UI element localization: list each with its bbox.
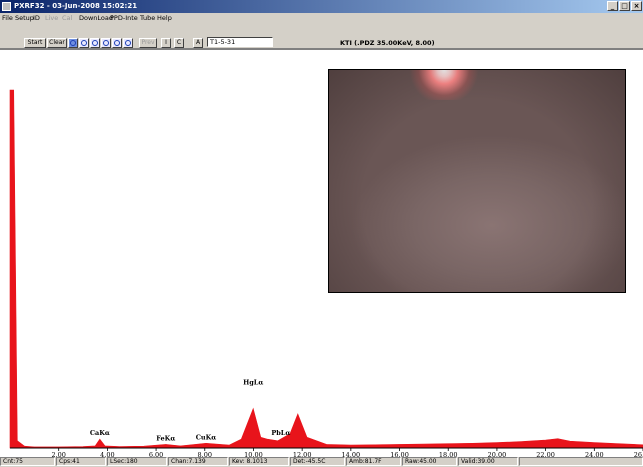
status-cps: Cps:41 xyxy=(56,457,106,466)
app-icon[interactable] xyxy=(2,2,11,11)
peak-label: FeKα xyxy=(156,434,175,442)
zoom-fit-icon[interactable] xyxy=(68,38,78,48)
status-empty xyxy=(519,457,643,466)
clear-button[interactable]: Clear xyxy=(47,38,67,48)
prev-button[interactable]: Prev xyxy=(139,38,157,48)
menu-live[interactable]: Live xyxy=(45,13,58,24)
camera-view xyxy=(328,69,626,293)
minimize-button[interactable]: _ xyxy=(607,1,618,11)
c-button[interactable]: C xyxy=(174,38,184,48)
menu-download[interactable]: DownLoad xyxy=(79,13,113,24)
target-icon[interactable] xyxy=(112,38,122,48)
peak-label: CuKα xyxy=(196,433,217,441)
camera-vignette xyxy=(329,70,625,292)
close-button[interactable]: × xyxy=(631,1,642,11)
menu-ppd-inte[interactable]: PPD-Inte xyxy=(110,13,138,24)
status-raw: Raw:45.00 xyxy=(402,457,457,466)
title-bar: PXRF32 - 03-Jun-2008 15:02:21 _ □ × xyxy=(0,0,643,13)
menu-cal[interactable]: Cal xyxy=(62,13,72,24)
zoom-out-icon[interactable] xyxy=(90,38,100,48)
cross-icon[interactable] xyxy=(101,38,111,48)
menu-id[interactable]: ID xyxy=(33,13,40,24)
i-button[interactable]: I xyxy=(161,38,171,48)
a-button[interactable]: A xyxy=(193,38,203,48)
maximize-button[interactable]: □ xyxy=(619,1,630,11)
toolbar: Start Clear Prev I C A T1-5-31 KTI (.PDZ… xyxy=(0,24,643,49)
peak-label: PbLα xyxy=(271,429,290,437)
window-controls: _ □ × xyxy=(607,1,642,12)
status-chan: Chan:7.139 xyxy=(168,457,228,466)
status-kev: Kev: 8.1013 xyxy=(229,457,289,466)
menu-bar: File Setup ID Live Cal DownLoad PPD-Inte… xyxy=(0,13,643,24)
status-cnt: Cnt:75 xyxy=(0,457,55,466)
status-valid: Valid:39.00 xyxy=(458,457,518,466)
spectrum-info-label: KTI (.PDZ 35.00KeV, 8.00) xyxy=(340,39,435,47)
status-lsec: LSec:180 xyxy=(107,457,167,466)
sample-id-input[interactable]: T1-5-31 xyxy=(207,37,273,47)
window-title: PXRF32 - 03-Jun-2008 15:02:21 xyxy=(14,2,138,10)
status-bar: Cnt:75 Cps:41 LSec:180 Chan:7.139 Kev: 8… xyxy=(0,457,643,467)
status-amb: Amb:81.7F xyxy=(346,457,401,466)
menu-help[interactable]: Help xyxy=(157,13,172,24)
peak-label: CaKα xyxy=(90,429,110,437)
zoom-in-icon[interactable] xyxy=(79,38,89,48)
status-det: Det:-45.5C xyxy=(290,457,345,466)
menu-file[interactable]: File xyxy=(2,13,13,24)
peak-label: HgLα xyxy=(243,379,263,387)
menu-tube[interactable]: Tube xyxy=(140,13,155,24)
start-button[interactable]: Start xyxy=(24,38,46,48)
menu-setup[interactable]: Setup xyxy=(15,13,34,24)
circle-icon[interactable] xyxy=(123,38,133,48)
